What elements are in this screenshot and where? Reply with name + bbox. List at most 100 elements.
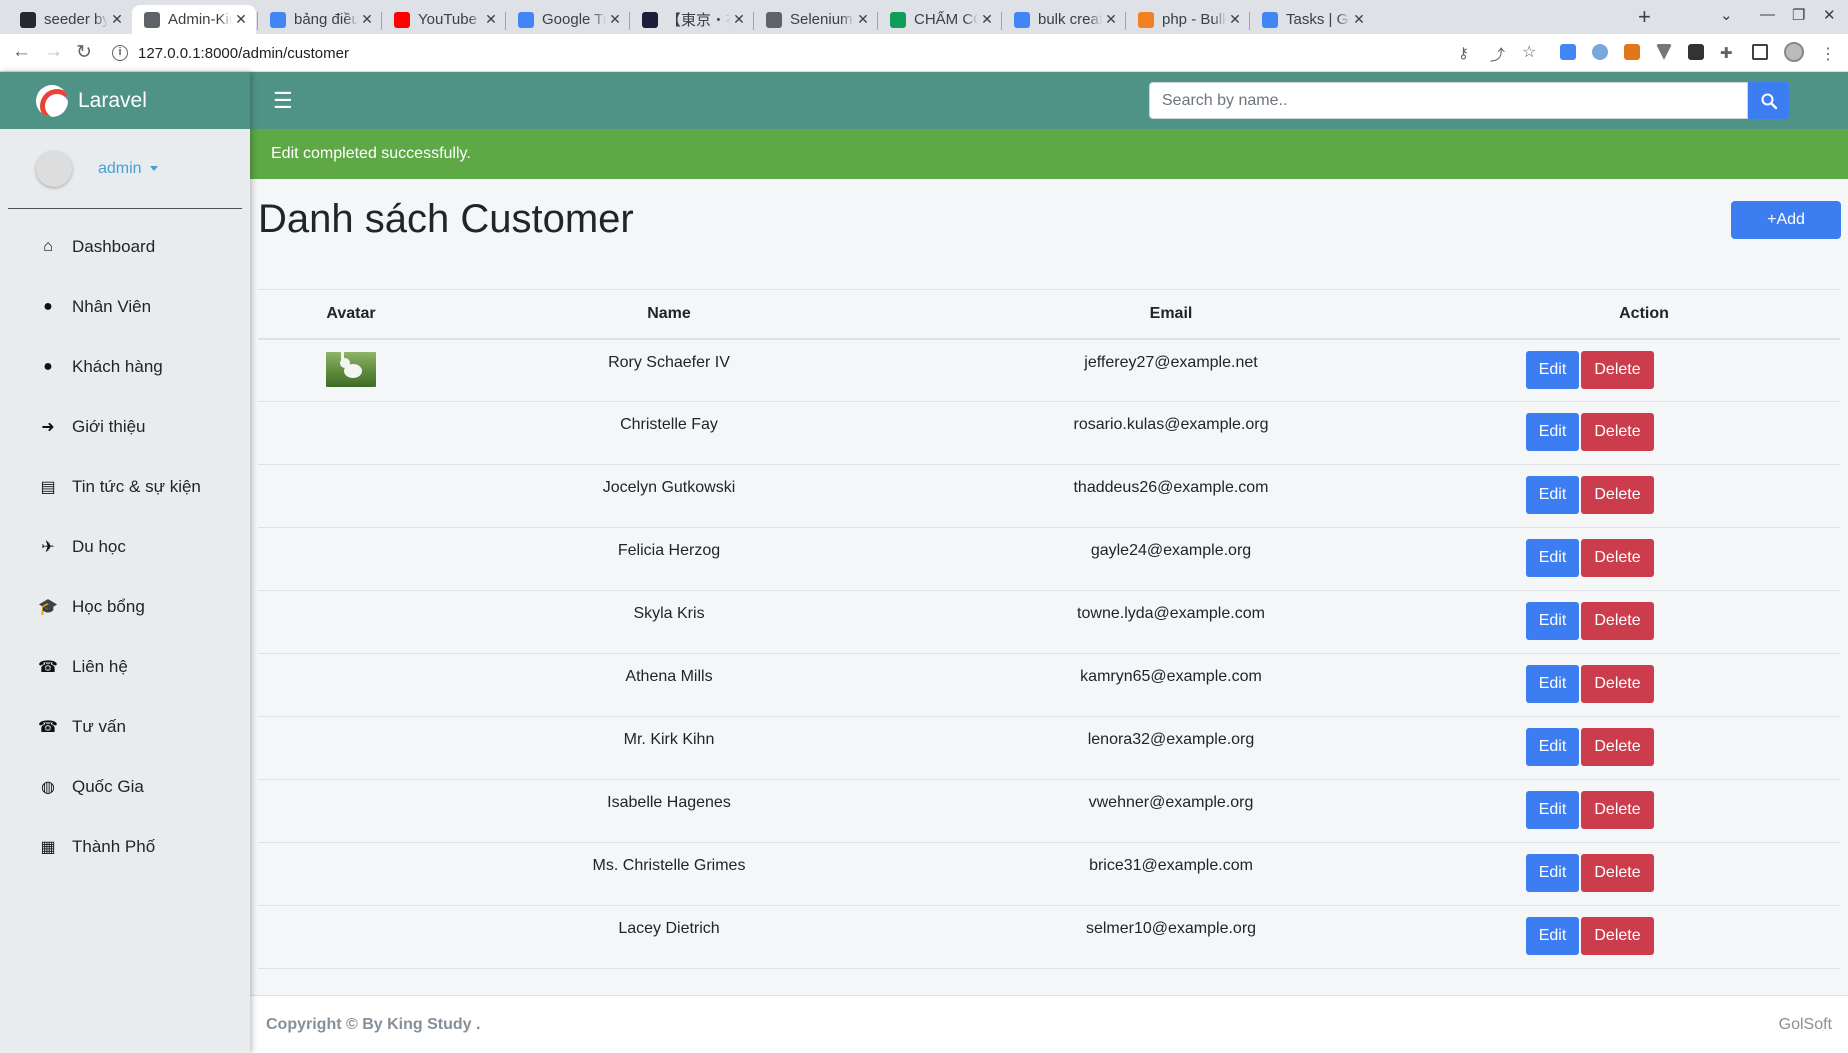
- share-icon[interactable]: ⤴: [1490, 44, 1506, 64]
- sidebar-item[interactable]: ▤ Tin tức & sự kiện: [0, 457, 250, 517]
- table-row: Ms. Christelle Grimes brice31@example.com…: [258, 842, 1840, 906]
- tab-close-icon[interactable]: ✕: [358, 11, 376, 28]
- table-row: Christelle Fay rosario.kulas@example.org E…: [258, 401, 1840, 465]
- delete-button[interactable]: Delete: [1581, 476, 1654, 514]
- delete-button[interactable]: Delete: [1581, 854, 1654, 892]
- name-cell: Jocelyn Gutkowski: [444, 464, 894, 528]
- side-panel-icon[interactable]: [1752, 44, 1768, 60]
- tab-close-icon[interactable]: ✕: [1102, 11, 1120, 28]
- url-field[interactable]: i 127.0.0.1:8000/admin/customer: [112, 40, 1432, 66]
- tab-title: YouTube: [418, 11, 477, 28]
- sidebar-item[interactable]: ● Nhân Viên: [0, 277, 250, 337]
- tab-close-icon[interactable]: ✕: [606, 11, 624, 28]
- sidebar-item[interactable]: ➜ Giới thiệu: [0, 397, 250, 457]
- site-info-icon[interactable]: i: [112, 45, 128, 61]
- bookmark-star-icon[interactable]: ☆: [1522, 42, 1538, 61]
- tab-title: bulk create: [1038, 11, 1102, 28]
- sidebar-item[interactable]: 🎓 Học bổng: [0, 577, 250, 637]
- user-dropdown[interactable]: admin: [98, 160, 158, 178]
- delete-button[interactable]: Delete: [1581, 350, 1654, 389]
- browser-tab[interactable]: YouTube ✕: [382, 5, 506, 34]
- vue-devtools-icon[interactable]: [1656, 44, 1672, 60]
- avatar-cell: [258, 905, 444, 969]
- extension-globe-icon[interactable]: [1592, 44, 1608, 60]
- sidebar-menu: ⌂ Dashboard ● Nhân Viên ● Khách hàng ➜ Giới thi…: [0, 217, 250, 877]
- minimize-icon[interactable]: —: [1760, 6, 1775, 23]
- arrow-circle-icon: ➜: [41, 419, 55, 436]
- reload-icon[interactable]: ↻: [76, 41, 92, 64]
- col-email-header: Email: [894, 289, 1448, 340]
- tab-close-icon[interactable]: ✕: [730, 11, 748, 28]
- sidebar-item[interactable]: ☎ Tư vấn: [0, 697, 250, 757]
- sidebar-item[interactable]: ✈ Du học: [0, 517, 250, 577]
- delete-button[interactable]: Delete: [1581, 791, 1654, 829]
- translate-ext-icon[interactable]: [1560, 44, 1576, 60]
- new-tab-icon[interactable]: +: [1638, 4, 1651, 30]
- delete-button[interactable]: Delete: [1581, 917, 1654, 955]
- back-icon[interactable]: ←: [12, 41, 31, 63]
- delete-button[interactable]: Delete: [1581, 728, 1654, 766]
- delete-button[interactable]: Delete: [1581, 602, 1654, 640]
- tab-close-icon[interactable]: ✕: [1350, 11, 1368, 28]
- metamask-icon[interactable]: [1624, 44, 1640, 60]
- browser-tab[interactable]: bảng điều k✕: [258, 5, 382, 34]
- key-icon[interactable]: ⚷: [1458, 44, 1474, 62]
- sidebar-item[interactable]: ▦ Thành Phố: [0, 817, 250, 877]
- edit-button[interactable]: Edit: [1526, 791, 1579, 829]
- puzzle-icon[interactable]: ✚: [1720, 44, 1736, 62]
- delete-button[interactable]: Delete: [1581, 539, 1654, 577]
- sidebar-item[interactable]: ⌂ Dashboard: [0, 217, 250, 277]
- browser-tab[interactable]: Google Tran✕: [506, 5, 630, 34]
- tab-title: seeder by Ph: [44, 11, 108, 28]
- browser-tab[interactable]: CHẤM CÔN✕: [878, 5, 1002, 34]
- tab-close-icon[interactable]: ✕: [978, 11, 996, 28]
- top-navbar: ☰: [250, 72, 1848, 129]
- sidebar-item-label: Thành Phố: [72, 837, 156, 856]
- browser-tab[interactable]: seeder by Ph✕: [8, 5, 132, 34]
- edit-button[interactable]: Edit: [1526, 917, 1579, 955]
- delete-button[interactable]: Delete: [1581, 665, 1654, 703]
- edit-button[interactable]: Edit: [1526, 665, 1579, 703]
- brand-link[interactable]: Laravel: [0, 72, 250, 129]
- delete-button[interactable]: Delete: [1581, 413, 1654, 451]
- browser-tab[interactable]: Selenium wi✕: [754, 5, 878, 34]
- edit-button[interactable]: Edit: [1526, 854, 1579, 892]
- more-menu-icon[interactable]: ⋮: [1820, 44, 1836, 63]
- sidebar-item[interactable]: ☎ Liên hệ: [0, 637, 250, 697]
- browser-tab[interactable]: 【東京・神✕: [630, 5, 754, 34]
- sidebar-item-label: Giới thiệu: [72, 417, 146, 436]
- tab-close-icon[interactable]: ✕: [854, 11, 872, 28]
- tab-close-icon[interactable]: ✕: [1226, 11, 1244, 28]
- edit-button[interactable]: Edit: [1526, 476, 1579, 514]
- table-header-row: Avatar Name Email Action: [258, 289, 1840, 340]
- edit-button[interactable]: Edit: [1526, 413, 1579, 451]
- extension-dark-icon[interactable]: [1688, 44, 1704, 60]
- browser-tab[interactable]: Admin-King✕: [132, 5, 256, 34]
- close-window-icon[interactable]: ✕: [1823, 6, 1836, 24]
- browser-tab[interactable]: Tasks | GOL✕: [1250, 5, 1374, 34]
- browser-tab[interactable]: php - Bulk In✕: [1126, 5, 1250, 34]
- tab-close-icon[interactable]: ✕: [232, 11, 250, 28]
- browser-tab[interactable]: bulk create✕: [1002, 5, 1126, 34]
- forward-icon[interactable]: →: [44, 41, 63, 63]
- sidebar-item-label: Học bổng: [72, 597, 145, 616]
- edit-button[interactable]: Edit: [1526, 539, 1579, 577]
- profile-avatar-icon[interactable]: [1784, 42, 1804, 62]
- tab-separator: [1001, 12, 1002, 30]
- tab-search-chevron-icon[interactable]: ⌄: [1720, 6, 1733, 24]
- search-button[interactable]: [1748, 82, 1789, 119]
- tab-close-icon[interactable]: ✕: [108, 11, 126, 28]
- url-text: 127.0.0.1:8000/admin/customer: [138, 44, 349, 62]
- globe-icon: [144, 11, 160, 28]
- add-customer-button[interactable]: +Add: [1731, 201, 1841, 239]
- restore-icon[interactable]: ❐: [1792, 6, 1805, 24]
- edit-button[interactable]: Edit: [1526, 350, 1579, 389]
- sidebar-item[interactable]: ◍ Quốc Gia: [0, 757, 250, 817]
- hamburger-menu-icon[interactable]: ☰: [273, 88, 293, 114]
- edit-button[interactable]: Edit: [1526, 602, 1579, 640]
- email-cell: vwehner@example.org: [894, 779, 1448, 843]
- tab-close-icon[interactable]: ✕: [482, 11, 500, 28]
- search-input[interactable]: [1149, 82, 1748, 119]
- sidebar-item[interactable]: ● Khách hàng: [0, 337, 250, 397]
- edit-button[interactable]: Edit: [1526, 728, 1579, 766]
